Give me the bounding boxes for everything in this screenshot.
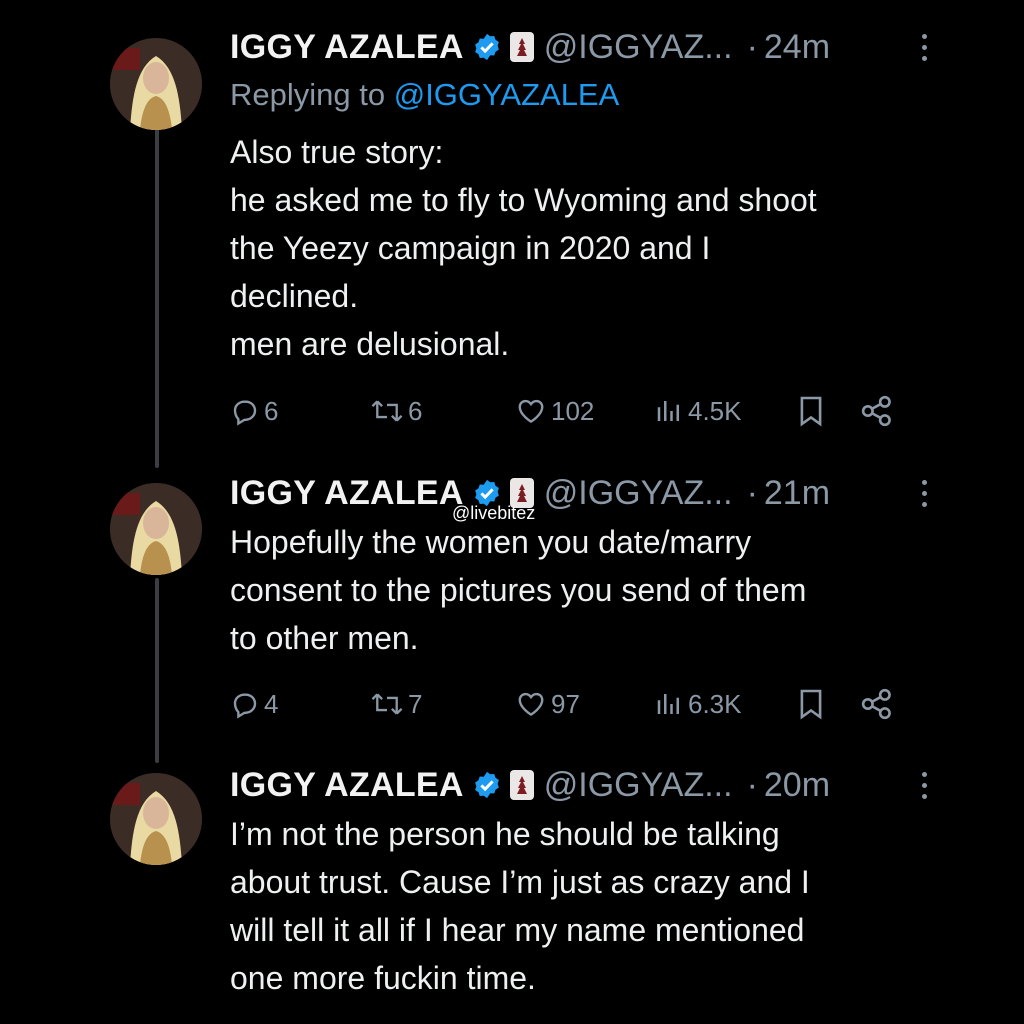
views-button[interactable]: 4.5K (654, 391, 742, 431)
repost-icon (371, 400, 403, 422)
tweet-header: IGGY AZALEA @IGGYAZ... · 24m (230, 22, 927, 72)
views-icon (657, 401, 679, 421)
thread-line (155, 578, 159, 763)
share-icon (861, 688, 891, 720)
verified-icon (474, 33, 499, 61)
reply-icon (233, 400, 257, 426)
thread-line (155, 128, 159, 468)
avatar[interactable] (110, 38, 202, 130)
tweet-text: Hopefully the women you date/marry conse… (230, 518, 924, 662)
separator-dot: · (746, 766, 758, 804)
tweet-line: consent to the pictures you send of them (230, 572, 807, 608)
like-count: 102 (551, 395, 595, 426)
handle[interactable]: @IGGYAZ... (544, 22, 733, 72)
repost-icon (371, 693, 403, 715)
share-button[interactable] (860, 684, 894, 724)
verified-icon (474, 771, 499, 799)
bookmark-icon (800, 396, 822, 427)
repost-count: 7 (408, 688, 423, 719)
replying-prefix: Replying to (230, 77, 386, 112)
handle[interactable]: @IGGYAZ... (544, 468, 733, 518)
tweet-header: IGGY AZALEA @IGGYAZ... · 20m (230, 760, 927, 810)
share-icon (861, 395, 891, 427)
timestamp[interactable]: 24m (764, 22, 830, 72)
tweet-line: he asked me to fly to Wyoming and shoot (230, 182, 817, 218)
reply-count: 6 (264, 395, 279, 426)
bookmark-button[interactable] (798, 391, 824, 431)
more-icon[interactable] (914, 468, 934, 518)
repost-button[interactable]: 7 (370, 684, 422, 724)
avatar[interactable] (110, 773, 202, 865)
timestamp[interactable]: 20m (764, 760, 830, 810)
like-icon (518, 692, 544, 717)
more-icon[interactable] (914, 760, 934, 810)
tweet-line: will tell it all if I hear my name menti… (230, 912, 805, 948)
affiliate-badge-icon (509, 770, 534, 800)
tweet-line: one more fuckin time. (230, 960, 536, 996)
like-button[interactable]: 97 (515, 684, 580, 724)
tweet-text: I’m not the person he should be talking … (230, 810, 924, 1002)
views-icon (657, 694, 679, 714)
views-count: 4.5K (688, 395, 742, 426)
display-name[interactable]: IGGY AZALEA (230, 22, 464, 72)
tweet-line: declined. (230, 278, 359, 314)
tweet-line: men are delusional. (230, 326, 510, 362)
timestamp[interactable]: 21m (764, 468, 830, 518)
display-name[interactable]: IGGY AZALEA (230, 760, 464, 810)
affiliate-badge-icon (509, 32, 534, 62)
more-icon[interactable] (914, 22, 934, 72)
avatar[interactable] (110, 483, 202, 575)
replying-to: Replying to @IGGYAZALEA (230, 72, 924, 118)
tweet-header: IGGY AZALEA @IGGYAZ... · 21m (230, 468, 927, 518)
separator-dot: · (746, 474, 758, 512)
tweet-line: to other men. (230, 620, 419, 656)
action-bar: 4 7 97 6.3K (230, 684, 910, 724)
tweet-line: the Yeezy campaign in 2020 and I (230, 230, 711, 266)
views-count: 6.3K (688, 688, 742, 719)
like-count: 97 (551, 688, 580, 719)
reply-icon (233, 693, 257, 719)
reply-button[interactable]: 6 (230, 391, 278, 431)
separator-dot: · (746, 28, 758, 66)
reply-count: 4 (264, 688, 279, 719)
tweet-text: Also true story: he asked me to fly to W… (230, 128, 924, 368)
repost-count: 6 (408, 395, 423, 426)
repost-button[interactable]: 6 (370, 391, 422, 431)
bookmark-button[interactable] (798, 684, 824, 724)
tweet-line: I’m not the person he should be talking (230, 816, 780, 852)
handle[interactable]: @IGGYAZ... (544, 760, 733, 810)
tweet-line: about trust. Cause I’m just as crazy and… (230, 864, 810, 900)
tweet-line: Hopefully the women you date/marry (230, 524, 752, 560)
watermark: @livebitez (452, 503, 536, 523)
views-button[interactable]: 6.3K (654, 684, 742, 724)
share-button[interactable] (860, 391, 894, 431)
like-button[interactable]: 102 (515, 391, 594, 431)
tweet-line: Also true story: (230, 134, 444, 170)
bookmark-icon (800, 689, 822, 720)
like-icon (518, 399, 544, 424)
action-bar: 6 6 102 4.5K (230, 391, 910, 431)
replying-mention-link[interactable]: @IGGYAZALEA (394, 77, 620, 112)
reply-button[interactable]: 4 (230, 684, 278, 724)
display-name[interactable]: IGGY AZALEA (230, 468, 464, 518)
